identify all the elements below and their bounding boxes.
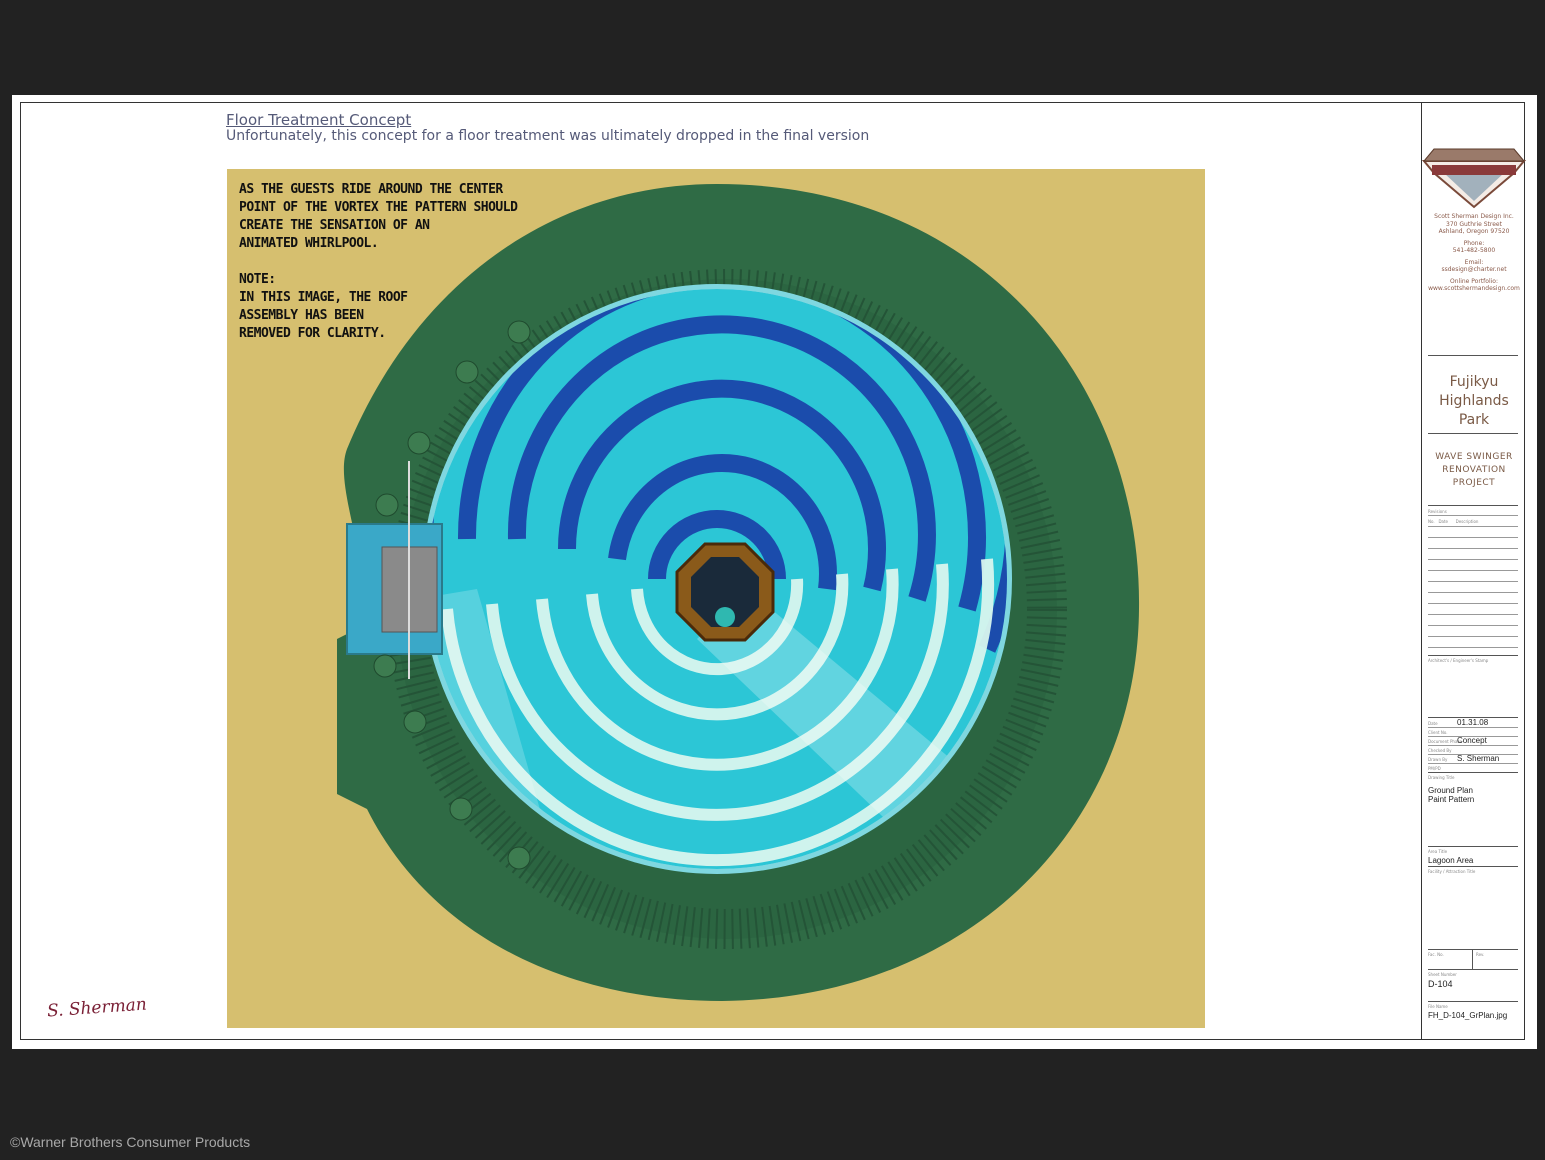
- company-contact-info: Scott Sherman Design Inc. 370 Guthrie St…: [1422, 213, 1526, 293]
- title-block: Scott Sherman Design Inc. 370 Guthrie St…: [1421, 103, 1527, 1039]
- date-value: 01.31.08: [1457, 718, 1489, 727]
- contact-line: 541-482-5800: [1452, 247, 1496, 254]
- pmpd-label: PM/PD: [1428, 766, 1441, 771]
- tree: [449, 797, 473, 821]
- checked-label: Checked By: [1428, 748, 1452, 753]
- revisions-label: Revisions: [1428, 509, 1447, 514]
- project-name: WAVE SWINGER RENOVATION PROJECT: [1435, 452, 1513, 488]
- caption-subtitle: Unfortunately, this concept for a floor …: [226, 128, 870, 144]
- revisions-columns: No. Date Description: [1428, 519, 1479, 524]
- contact-line: ssdesign@charter.net: [1441, 266, 1507, 273]
- stamp-label: Architect's / Engineer's Stamp: [1428, 658, 1489, 663]
- sheet-border: Floor Treatment Concept Unfortunately, t…: [20, 102, 1527, 1040]
- copyright-notice: ©Warner Brothers Consumer Products: [10, 1134, 251, 1150]
- contact-line: Phone:: [1463, 239, 1485, 247]
- tree: [455, 360, 479, 384]
- tree: [403, 710, 427, 734]
- contact-line: Scott Sherman Design Inc.: [1434, 213, 1514, 220]
- sheet-number: D-104: [1428, 979, 1453, 989]
- contact-line: 370 Guthrie Street: [1446, 220, 1502, 228]
- fac-rev-divider: [1472, 949, 1473, 969]
- contact-line: www.scottshermandesign.com: [1428, 285, 1520, 292]
- caption-title-link[interactable]: Floor Treatment Concept: [226, 111, 411, 129]
- drawing-title-value: Ground Plan Paint Pattern: [1428, 786, 1475, 804]
- drawing-sheet: Floor Treatment Concept Unfortunately, t…: [12, 95, 1537, 1049]
- park-name: Fujikyu Highlands Park: [1439, 374, 1509, 428]
- area-label: Area Title: [1428, 849, 1448, 854]
- company-logo-icon: [1421, 148, 1527, 209]
- rev-label: Rev.: [1476, 952, 1485, 957]
- tree: [373, 654, 397, 678]
- drawn-label: Drawn By: [1428, 757, 1448, 762]
- tree: [507, 846, 531, 870]
- file-label: File Name: [1428, 1004, 1448, 1009]
- contact-line: Online Portfolio:: [1450, 277, 1498, 285]
- facility-label: Facility / Attraction Title: [1428, 869, 1476, 874]
- floor-treatment-artwork: AS THE GUESTS RIDE AROUND THE CENTER POI…: [227, 169, 1205, 1028]
- file-name: FH_D-104_GrPlan.jpg: [1428, 1011, 1508, 1020]
- date-label: Date: [1428, 721, 1438, 726]
- phase-value: Concept: [1457, 736, 1487, 745]
- drawn-value: S. Sherman: [1457, 754, 1500, 763]
- area-value: Lagoon Area: [1428, 856, 1474, 865]
- contact-line: Ashland, Oregon 97520: [1438, 228, 1510, 235]
- artist-signature: S. Sherman: [46, 994, 148, 1022]
- contact-line: Email:: [1464, 258, 1484, 266]
- sheet-label: Sheet Number: [1428, 972, 1457, 977]
- drawing-title-label: Drawing Title: [1428, 775, 1455, 780]
- client-label: Client No.: [1428, 730, 1448, 735]
- tree: [375, 493, 399, 517]
- design-note-text: AS THE GUESTS RIDE AROUND THE CENTER POI…: [239, 182, 518, 341]
- fac-no-label: Fac. No.: [1428, 952, 1444, 957]
- tree: [407, 431, 431, 455]
